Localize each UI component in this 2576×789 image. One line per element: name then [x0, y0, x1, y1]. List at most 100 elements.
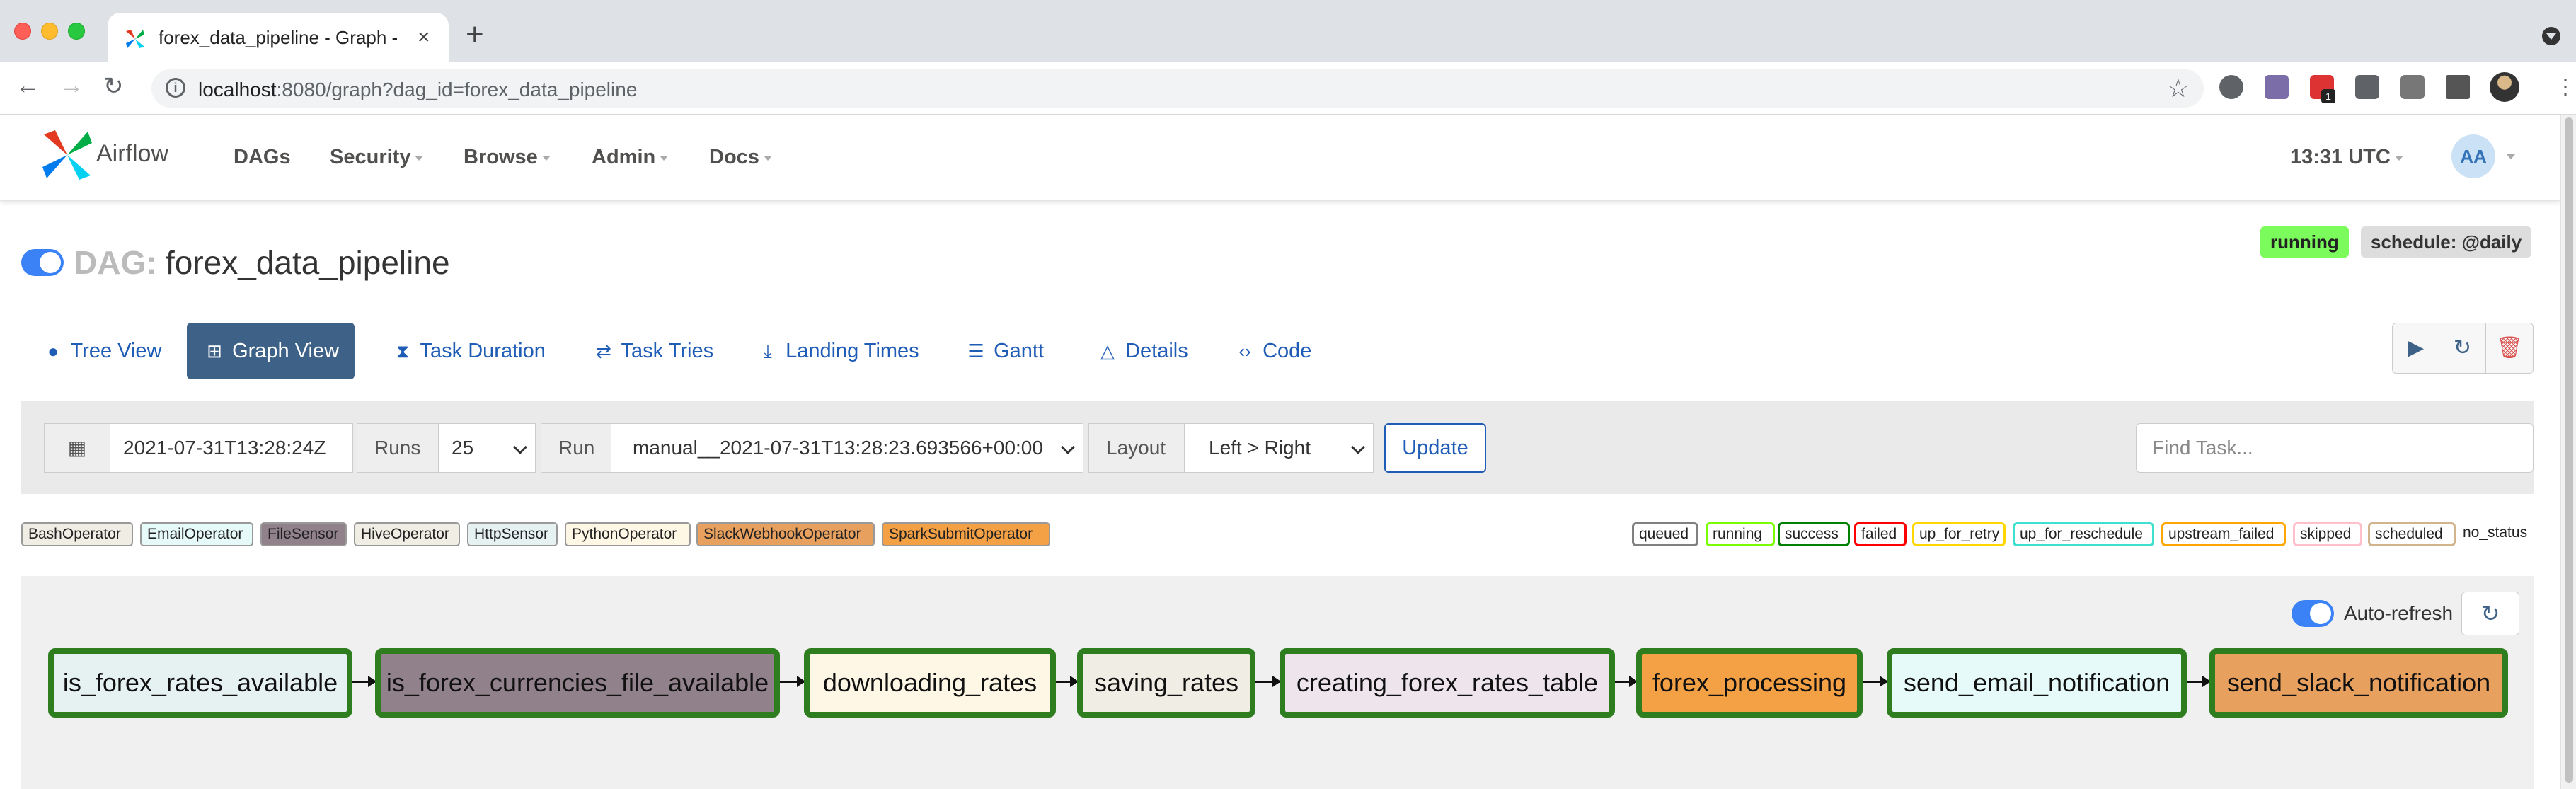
back-icon[interactable]: ←	[16, 72, 40, 100]
utc-clock[interactable]: 13:31 UTC	[2290, 146, 2403, 169]
runs-select[interactable]: 25	[438, 423, 536, 473]
task-edge	[2187, 676, 2211, 687]
utc-clock-label: 13:31 UTC	[2290, 146, 2391, 168]
tab-landing-times[interactable]: ⤓ Landing Times	[740, 323, 935, 379]
tab-details[interactable]: △ Details	[1080, 323, 1204, 379]
tab-code[interactable]: ‹› Code	[1217, 323, 1327, 379]
tab-tree-view[interactable]: ● Tree View	[25, 323, 178, 379]
calendar-icon[interactable]: ▦	[44, 423, 110, 473]
task-node-send-slack-notification[interactable]: send_slack_notification	[2209, 648, 2508, 718]
delete-dag-button[interactable]: 🗑	[2486, 323, 2533, 373]
auto-refresh-toggle[interactable]	[2292, 600, 2334, 627]
nav-security-label: Security	[330, 146, 411, 168]
task-node-creating-forex-rates-table[interactable]: creating_forex_rates_table	[1280, 648, 1615, 718]
task-edge	[1615, 676, 1638, 687]
user-avatar[interactable]: AA	[2451, 134, 2495, 178]
nav-browse-label: Browse	[464, 146, 538, 168]
legend-operator-python: PythonOperator	[565, 522, 691, 546]
play-icon: ▶	[2407, 336, 2425, 359]
nav-docs[interactable]: Docs	[709, 146, 772, 169]
nav-dags[interactable]: DAGs	[234, 146, 291, 169]
dag-label: DAG:	[74, 244, 157, 281]
tab-tree-view-label: Tree View	[70, 340, 162, 362]
trigger-dag-button[interactable]: ▶	[2393, 323, 2439, 373]
tab-title: forex_data_pipeline - Graph - A	[159, 27, 399, 48]
task-node-forex-processing[interactable]: forex_processing	[1636, 648, 1863, 718]
task-node-downloading-rates[interactable]: downloading_rates	[804, 648, 1056, 718]
settings-extension-icon[interactable]	[2219, 75, 2243, 99]
refresh-icon: ↻	[2453, 336, 2472, 359]
legend-operator-http: HttpSensor	[467, 522, 558, 546]
scrollbar-thumb[interactable]	[2565, 117, 2573, 783]
legend-operator-spark: SparkSubmitOperator	[882, 522, 1050, 546]
nav-browse[interactable]: Browse	[464, 146, 551, 169]
tab-gantt[interactable]: ☰ Gantt	[948, 323, 1059, 379]
bookmark-star-icon[interactable]: ☆	[2167, 74, 2190, 103]
execution-date-input[interactable]: 2021-07-31T13:28:24Z	[110, 423, 353, 473]
task-node-send-email-notification[interactable]: send_email_notification	[1887, 648, 2187, 718]
run-label: Run	[541, 423, 611, 473]
tab-task-tries-label: Task Tries	[621, 340, 714, 362]
tab-task-tries[interactable]: ⇄ Task Tries	[576, 323, 729, 379]
graph-refresh-button[interactable]: ↻	[2461, 592, 2519, 635]
profile-avatar-icon[interactable]	[2490, 72, 2519, 102]
legend-operator-bash: BashOperator	[21, 522, 133, 546]
url-path: :8080/graph?dag_id=forex_data_pipeline	[276, 79, 638, 100]
warning-triangle-icon: △	[1100, 340, 1115, 362]
chevron-down-icon	[541, 155, 551, 161]
address-bar[interactable]: i localhost:8080/graph?dag_id=forex_data…	[151, 69, 2204, 108]
task-edge	[352, 676, 376, 687]
run-select[interactable]: manual__2021-07-31T13:28:23.693566+00:00	[611, 423, 1083, 473]
legend-state-success: success	[1778, 522, 1850, 546]
url-text: localhost:8080/graph?dag_id=forex_data_p…	[198, 79, 637, 101]
refresh-dag-button[interactable]: ↻	[2439, 323, 2486, 373]
cat-extension-icon[interactable]	[2265, 75, 2289, 99]
trash-icon: 🗑	[2495, 336, 2524, 359]
find-task-input[interactable]: Find Task...	[2136, 423, 2534, 473]
legend-operator-slack: SlackWebhookOperator	[696, 522, 875, 546]
mail-extension-icon[interactable]: 1	[2310, 75, 2335, 103]
tab-code-label: Code	[1263, 340, 1312, 362]
maximize-window-button[interactable]	[68, 23, 85, 40]
site-info-icon[interactable]: i	[166, 78, 185, 98]
tab-close-icon[interactable]: ×	[418, 25, 430, 50]
dag-pause-toggle[interactable]	[21, 249, 64, 276]
forward-icon[interactable]: →	[59, 72, 84, 100]
close-window-button[interactable]	[14, 23, 31, 40]
task-node-is-forex-currencies-file-available[interactable]: is_forex_currencies_file_available	[375, 648, 780, 718]
airflow-navbar: Airflow DAGs Security Browse Admin Docs …	[0, 115, 2560, 201]
chevron-down-icon	[763, 155, 772, 161]
reload-icon[interactable]: ↻	[103, 72, 124, 100]
tab-landing-times-label: Landing Times	[786, 340, 919, 362]
page-scrollbar[interactable]	[2560, 115, 2576, 789]
nav-admin[interactable]: Admin	[592, 146, 669, 169]
tab-task-duration[interactable]: ⧗ Task Duration	[375, 323, 561, 379]
nav-security[interactable]: Security	[330, 146, 424, 169]
tab-search-icon[interactable]	[2542, 27, 2560, 45]
dag-action-buttons: ▶ ↻ 🗑	[2392, 323, 2534, 374]
hourglass-icon: ⧗	[396, 340, 410, 362]
legend-state-up-for-retry: up_for_retry	[1912, 522, 2006, 546]
update-button[interactable]: Update	[1384, 423, 1486, 473]
airflow-logo-icon[interactable]	[41, 129, 93, 181]
browser-tab[interactable]: forex_data_pipeline - Graph - A ×	[108, 13, 449, 62]
task-node-is-forex-rates-available[interactable]: is_forex_rates_available	[48, 648, 352, 718]
puzzle-extensions-icon[interactable]	[2400, 75, 2425, 99]
url-host: localhost	[198, 79, 277, 100]
chrome-menu-icon[interactable]: ⋮	[2555, 75, 2576, 100]
airflow-brand[interactable]: Airflow	[96, 140, 168, 168]
legend-state-no-status: no_status	[2463, 524, 2528, 541]
media-queue-icon[interactable]	[2446, 75, 2470, 99]
robot-extension-icon[interactable]	[2355, 75, 2379, 99]
browser-tabstrip: forex_data_pipeline - Graph - A × +	[0, 0, 2576, 62]
new-tab-button[interactable]: +	[466, 17, 484, 52]
layout-select[interactable]: Left > Right	[1184, 423, 1374, 473]
legend-state-skipped: skipped	[2293, 522, 2362, 546]
tab-graph-view[interactable]: ⊞ Graph View	[187, 323, 355, 379]
code-icon: ‹›	[1238, 340, 1251, 362]
task-node-saving-rates[interactable]: saving_rates	[1077, 648, 1255, 718]
legend-operator-hive: HiveOperator	[354, 522, 460, 546]
legend-operator-email: EmailOperator	[140, 522, 253, 546]
tab-gantt-label: Gantt	[994, 340, 1044, 362]
minimize-window-button[interactable]	[41, 23, 58, 40]
